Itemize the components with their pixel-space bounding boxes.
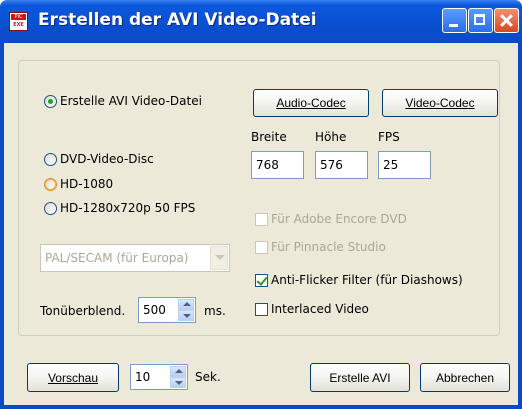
crossfade-label: Tonüberblend. (40, 304, 126, 318)
crossfade-value[interactable]: 500 (143, 298, 166, 322)
checkbox-adobe-encore[interactable] (255, 213, 268, 226)
cancel-button-label: Abbrechen (435, 370, 495, 385)
audio-codec-button[interactable]: Audio-Codec (253, 89, 369, 117)
preview-seconds-stepper[interactable]: 10 (130, 364, 188, 390)
preview-seconds-unit: Sek. (195, 370, 221, 384)
app-icon-bottom-text: EXE (11, 22, 26, 29)
spin-up-icon[interactable] (178, 299, 194, 310)
spin-down-icon[interactable] (178, 310, 194, 321)
checkbox-interlaced-label[interactable]: Interlaced Video (271, 302, 369, 316)
title-bar[interactable]: PIC EXE Erstellen der AVI Video-Datei (0, 0, 522, 43)
app-icon[interactable]: PIC EXE (9, 12, 28, 31)
width-label: Breite (251, 130, 287, 144)
checkbox-anti-flicker-label[interactable]: Anti-Flicker Filter (für Diashows) (271, 273, 463, 287)
video-format-value: PAL/SECAM (für Europa) (45, 251, 189, 265)
preview-button-label: Vorschau (47, 370, 99, 385)
window-frame-right (518, 43, 522, 409)
crossfade-unit: ms. (204, 304, 226, 318)
maximize-button[interactable] (468, 8, 493, 33)
width-field[interactable]: 768 (251, 151, 304, 179)
dialog-window: PIC EXE Erstellen der AVI Video-Datei Er… (0, 0, 522, 409)
preview-button[interactable]: Vorschau (27, 363, 119, 392)
app-icon-top-text: PIC (11, 14, 26, 20)
window-frame-bottom (0, 405, 522, 409)
cancel-button[interactable]: Abbrechen (420, 363, 510, 392)
radio-avi-file-label[interactable]: Erstelle AVI Video-Datei (60, 94, 202, 108)
close-button[interactable] (494, 8, 519, 33)
radio-hd-1080[interactable] (44, 178, 57, 191)
radio-dvd-video-label[interactable]: DVD-Video-Disc (60, 152, 154, 166)
checkbox-adobe-encore-label: Für Adobe Encore DVD (271, 212, 407, 226)
radio-hd-720p-label[interactable]: HD-1280x720p 50 FPS (60, 201, 195, 215)
radio-dvd-video[interactable] (44, 153, 57, 166)
height-field[interactable]: 576 (315, 151, 368, 179)
preview-seconds-value[interactable]: 10 (135, 365, 150, 389)
minimize-button[interactable] (442, 8, 467, 33)
video-codec-button-label: Video-Codec (405, 96, 475, 110)
create-avi-button[interactable]: Erstelle AVI (310, 363, 410, 392)
video-format-select[interactable]: PAL/SECAM (für Europa) (40, 244, 230, 272)
spin-up-icon[interactable] (170, 366, 186, 377)
fps-label: FPS (378, 130, 400, 144)
checkbox-anti-flicker[interactable] (255, 274, 268, 287)
chevron-down-icon[interactable] (210, 246, 228, 270)
radio-hd-1080-label[interactable]: HD-1080 (60, 177, 113, 191)
create-avi-button-label: Erstelle AVI (329, 370, 391, 385)
checkbox-pinnacle-studio-label: Für Pinnacle Studio (271, 240, 386, 254)
window-title: Erstellen der AVI Video-Datei (38, 10, 317, 30)
spin-down-icon[interactable] (170, 377, 186, 388)
video-codec-button[interactable]: Video-Codec (382, 89, 498, 117)
height-label: Höhe (315, 130, 347, 144)
fps-field[interactable]: 25 (378, 151, 431, 179)
crossfade-stepper[interactable]: 500 (138, 297, 196, 323)
checkbox-interlaced[interactable] (255, 303, 268, 316)
audio-codec-button-label: Audio-Codec (276, 96, 346, 110)
radio-hd-720p[interactable] (44, 202, 57, 215)
checkbox-pinnacle-studio[interactable] (255, 241, 268, 254)
radio-avi-file[interactable] (44, 95, 57, 108)
